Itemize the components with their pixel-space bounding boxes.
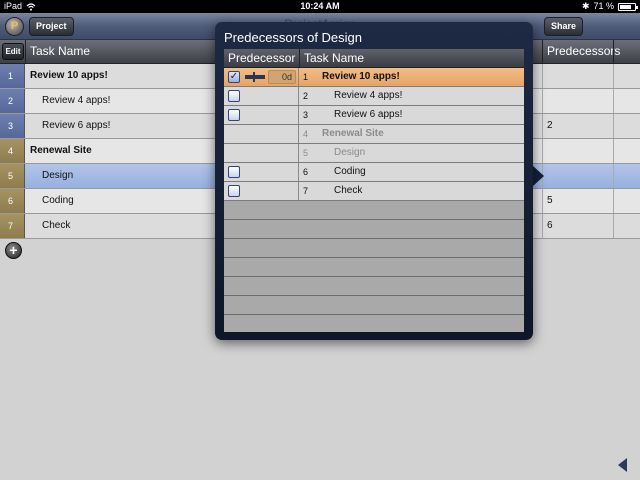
predecessor-checkbox[interactable] [228,185,240,197]
edit-button[interactable]: Edit [2,43,24,60]
predecessors-cell[interactable]: 6 [547,214,553,238]
predecessor-checkbox[interactable] [228,90,240,102]
battery-percent: 71 % [593,1,614,11]
status-time: 10:24 AM [300,1,340,11]
empty-row [224,201,524,220]
empty-row [224,315,524,332]
app-logo-icon[interactable]: P [5,17,24,36]
row-number: 4 [0,139,25,163]
task-number: 2 [303,91,309,101]
predecessors-cell[interactable]: 2 [547,114,553,138]
task-name: Renewal Site [30,145,92,156]
popover-table: Predecessor Task Name ✓ 0d 1 Review 10 a… [224,49,524,332]
empty-row [224,220,524,239]
status-bar: iPad 10:24 AM ✱ 71 % [0,0,640,13]
task-name: Check [334,185,363,196]
row-number: 7 [0,214,25,238]
collapse-arrow-icon[interactable] [618,458,627,472]
task-name: Design [334,147,366,158]
project-button[interactable]: Project [29,17,74,36]
header-task-name: Task Name [304,51,365,65]
task-name: Review 10 apps! [322,71,400,82]
task-name: Coding [42,195,74,206]
share-button[interactable]: Share [544,17,584,36]
popover-arrow [533,166,544,186]
task-number: 7 [303,186,309,196]
popover-table-header: Predecessor Task Name [224,49,524,68]
task-number: 6 [303,167,309,177]
task-name: Renewal Site [322,128,384,139]
add-task-icon[interactable]: + [5,242,22,259]
empty-row [224,239,524,258]
row-number: 3 [0,114,25,138]
predecessor-row[interactable]: 7 Check [224,182,524,201]
header-predecessors[interactable]: Predecessors [547,44,620,58]
predecessor-row-disabled: 4 Renewal Site [224,125,524,144]
task-number: 4 [303,129,309,139]
battery-icon [618,2,638,11]
task-name: Design [42,170,74,181]
predecessors-popover: Predecessors of Design Predecessor Task … [215,22,533,340]
task-name: Review 6 apps! [334,109,403,120]
task-name: Review 6 apps! [42,120,111,131]
header-predecessor: Predecessor [228,51,296,65]
bluetooth-icon: ✱ [581,1,590,11]
task-name: Coding [334,166,366,177]
task-name: Review 10 apps! [30,70,108,81]
task-name: Review 4 apps! [42,95,111,106]
task-name: Review 4 apps! [334,90,403,101]
predecessor-row[interactable]: ✓ 0d 1 Review 10 apps! [224,68,524,87]
row-number: 6 [0,189,25,213]
task-number: 1 [303,72,309,82]
empty-row [224,258,524,277]
task-number: 3 [303,110,309,120]
popover-title: Predecessors of Design [224,30,363,45]
finish-to-start-icon[interactable] [245,72,265,82]
empty-row [224,296,524,315]
predecessor-checkbox[interactable]: ✓ [228,71,240,83]
predecessor-checkbox[interactable] [228,166,240,178]
row-number: 5 [0,164,25,188]
empty-row [224,277,524,296]
predecessor-row-disabled: 5 Design [224,144,524,163]
predecessor-checkbox[interactable] [228,109,240,121]
predecessors-cell[interactable]: 5 [547,189,553,213]
row-number: 1 [0,64,25,88]
predecessor-row[interactable]: 6 Coding [224,163,524,182]
lag-field[interactable]: 0d [268,70,296,84]
predecessor-row[interactable]: 2 Review 4 apps! [224,87,524,106]
task-name: Check [42,220,71,231]
task-number: 5 [303,148,309,158]
row-number: 2 [0,89,25,113]
predecessor-row[interactable]: 3 Review 6 apps! [224,106,524,125]
header-task-name[interactable]: Task Name [30,44,90,58]
